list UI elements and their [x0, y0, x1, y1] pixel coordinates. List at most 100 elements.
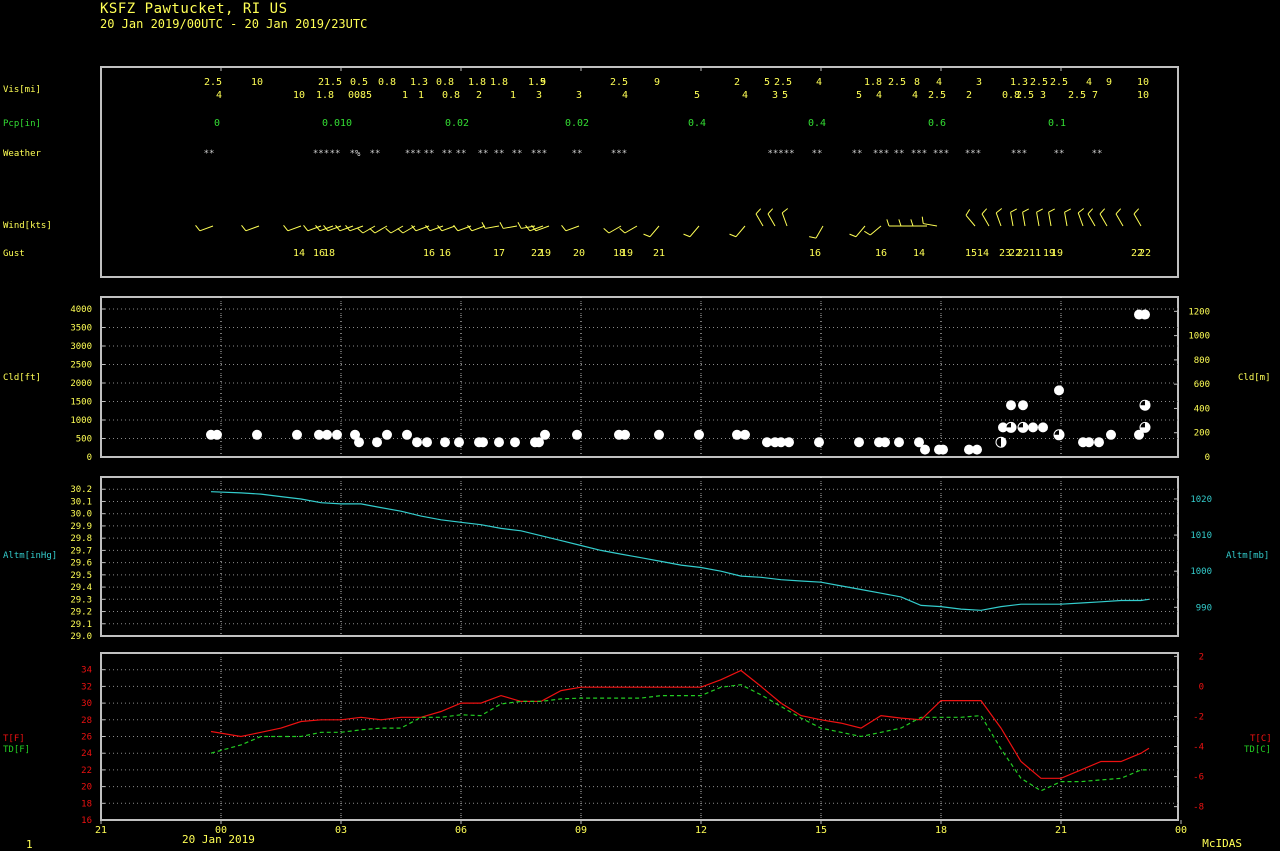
- temp-ytick-right: -6: [1193, 773, 1204, 783]
- vis-value: 2.5: [928, 90, 946, 101]
- weather-symbol: **: [1054, 149, 1065, 159]
- dewpoint-line: [210, 684, 1149, 792]
- cloud-point: [1054, 385, 1064, 396]
- x-tick-label: 09: [575, 825, 587, 836]
- wind-barb-staff: [755, 213, 764, 227]
- temp-ytick-right: -2: [1193, 712, 1204, 722]
- cloud-point-ovc: [1006, 400, 1016, 411]
- cloud-point: [1139, 421, 1151, 433]
- weather-symbol: ***: [611, 149, 627, 159]
- gust-value: 16: [439, 248, 451, 259]
- gust-value: 22: [1139, 248, 1151, 259]
- weather-symbol: *****: [767, 149, 794, 159]
- wind-barb: [755, 208, 764, 227]
- wind-barb-flag: [1099, 208, 1106, 215]
- temp-ytick-right: 2: [1199, 652, 1204, 662]
- vis-value: 5: [764, 77, 770, 88]
- wind-barb: [1064, 208, 1071, 227]
- wind-barb-flag: [397, 227, 404, 234]
- altm-ytick: 29.2: [70, 608, 92, 618]
- vis-value: 2.5: [774, 77, 792, 88]
- temp-ylabel: T[F]: [3, 734, 25, 744]
- cloud-point: [894, 437, 904, 448]
- wind-barb-flag: [729, 233, 737, 238]
- panel-frames: [100, 66, 1179, 821]
- wind-barb-staff: [624, 225, 638, 234]
- cloud-point: [880, 437, 890, 448]
- altm-ytick: 29.8: [70, 534, 92, 544]
- vis-value: 5: [856, 90, 862, 101]
- cloud-ytick-right: 200: [1194, 429, 1210, 439]
- cloud-ytick: 4000: [70, 305, 92, 315]
- vis-value: 1.8: [468, 77, 486, 88]
- gust-row-label: Gust: [3, 249, 25, 259]
- vis-value: 4: [622, 90, 628, 101]
- wind-barb-staff: [199, 225, 214, 232]
- cloud-point: [372, 437, 382, 448]
- altm-ytick: 29.3: [70, 595, 92, 605]
- vis-value: 3: [1040, 90, 1046, 101]
- altimeter-line: [210, 491, 1150, 611]
- cloud-ytick: 1000: [70, 416, 92, 426]
- vis-value: 1: [402, 90, 408, 101]
- vis-value: 2: [734, 77, 740, 88]
- wind-barb-flag: [453, 224, 459, 232]
- wind-barb-flag: [898, 219, 902, 227]
- temp-ytick: 18: [81, 799, 92, 809]
- vis-value: 0.5: [354, 90, 372, 101]
- wind-barb: [1077, 208, 1085, 227]
- wind-barb: [1087, 208, 1096, 227]
- wind-barb-staff: [565, 225, 580, 232]
- altm-ytick: 29.9: [70, 522, 92, 532]
- cloud-ytick: 2000: [70, 379, 92, 389]
- wind-barb-flag: [517, 222, 522, 229]
- altm-ytick: 29.1: [70, 620, 92, 630]
- cloud-point: [654, 429, 664, 440]
- cloud-point-ovc: [920, 444, 930, 455]
- altm-ytick-right: 1020: [1190, 495, 1212, 505]
- wind-barb-staff: [1010, 212, 1014, 227]
- wind-barb-staff: [855, 225, 866, 238]
- vis-value: 3: [772, 90, 778, 101]
- cloud-point: [1028, 422, 1038, 433]
- wind-barb-flag: [1077, 208, 1085, 214]
- wind-barb: [1133, 208, 1142, 227]
- wind-barb: [283, 224, 302, 232]
- wind-barb-staff: [995, 212, 1002, 227]
- wind-barb-staff: [869, 225, 882, 236]
- vis-value: 4: [742, 90, 748, 101]
- vis-value: 3: [536, 90, 542, 101]
- obs-panel: Vis[mi]Pcp[in]WeatherWind[kts]Gust2.5 10 2…: [3, 77, 1151, 259]
- cloud-ytick: 3000: [70, 342, 92, 352]
- cloud-point-ovc: [784, 437, 794, 448]
- cloud-ytick-right: 1000: [1188, 332, 1210, 342]
- weather-symbol: ***: [1011, 149, 1027, 159]
- wind-barb: [1036, 208, 1043, 227]
- cloud-point-ovc: [972, 444, 982, 455]
- vis-value: 5: [694, 90, 700, 101]
- precip-value: 0.6: [928, 118, 946, 129]
- footer-brand: McIDAS: [1202, 837, 1242, 850]
- cloud-point: [402, 429, 412, 440]
- cloud-point-ovc: [440, 437, 450, 448]
- weather-symbol: ***: [911, 149, 927, 159]
- vis-value: 1: [418, 90, 424, 101]
- cloud-point: [972, 444, 982, 455]
- vis-value: 1.8: [864, 77, 882, 88]
- cloud-point-ovc: [1084, 437, 1094, 448]
- cloud-point-ovc: [212, 429, 222, 440]
- wind-barb-flag: [1133, 208, 1140, 215]
- gust-value: 15: [965, 248, 977, 259]
- vis-value: 10: [293, 90, 305, 101]
- cloud-point: [540, 429, 550, 440]
- wind-barb: [437, 224, 456, 232]
- cloud-point: [382, 429, 392, 440]
- cloud-point: [1140, 309, 1150, 320]
- weather-symbol: ***: [531, 149, 547, 159]
- wind-barb-staff: [1099, 213, 1108, 227]
- cloud-point: [478, 437, 488, 448]
- wind-barb: [481, 222, 500, 229]
- gust-value: 14: [293, 248, 305, 259]
- cloud-ytick-right: 600: [1194, 380, 1210, 390]
- wind-barb-staff: [981, 213, 990, 227]
